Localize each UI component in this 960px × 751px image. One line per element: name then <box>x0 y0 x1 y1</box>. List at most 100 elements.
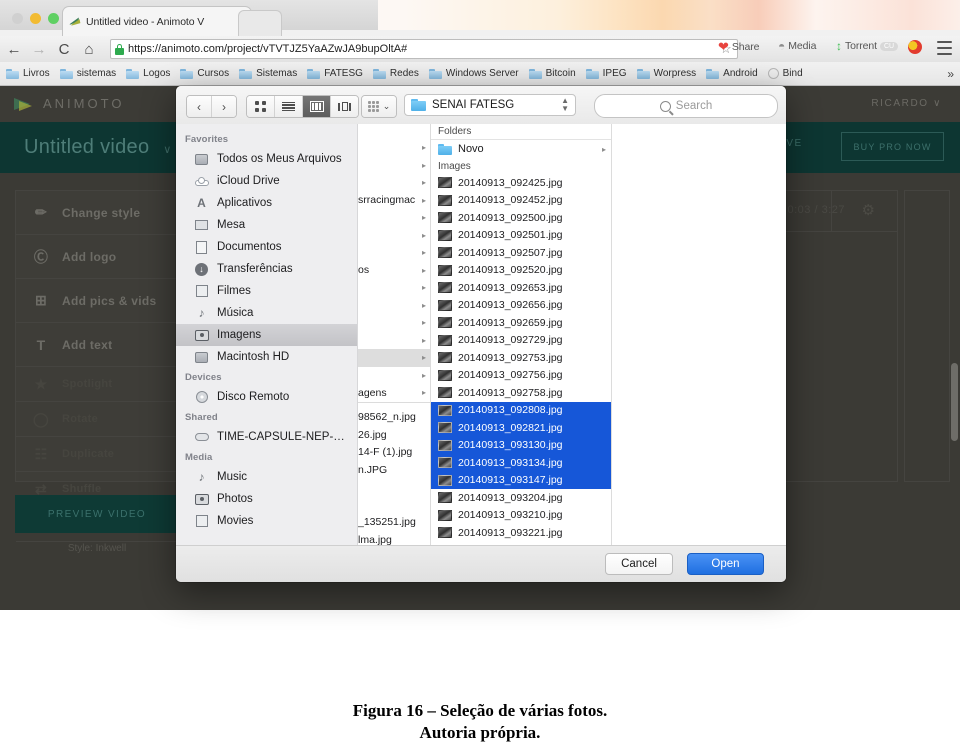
tool-add-text[interactable]: T Add text <box>16 323 180 367</box>
sidebar-item-pictures[interactable]: Imagens <box>176 324 357 346</box>
column1-file-row[interactable]: 14-F (1).jpg <box>358 444 430 462</box>
column1-file-row[interactable] <box>358 479 430 497</box>
sidebar-item-music[interactable]: ♪ Música <box>176 302 357 324</box>
file-row-selected[interactable]: 20140913_093147.jpg <box>431 471 611 489</box>
forward-button[interactable]: → <box>28 38 50 60</box>
file-row-selected[interactable]: 20140913_093130.jpg <box>431 436 611 454</box>
sidebar-item-media-photos[interactable]: Photos <box>176 488 357 510</box>
bookmark-item[interactable]: Android <box>706 68 758 79</box>
file-row[interactable]: 20140913_092653.jpg <box>431 279 611 297</box>
bookmarks-overflow-button[interactable]: » <box>947 67 954 81</box>
window-controls[interactable] <box>12 13 59 24</box>
gear-icon[interactable]: ⚙ <box>862 201 875 219</box>
file-row[interactable]: 20140913_092758.jpg <box>431 384 611 402</box>
column1-file-row[interactable]: n.JPG <box>358 461 430 479</box>
bookmark-item[interactable]: Sistemas <box>239 68 297 79</box>
arrange-button[interactable]: ⌄ <box>362 96 396 117</box>
column1-row[interactable]: os ▸ <box>358 262 430 280</box>
bookmark-item[interactable]: Cursos <box>180 68 229 79</box>
search-input[interactable]: Search <box>594 94 778 118</box>
animoto-logo[interactable]: ANIMOTO <box>14 95 124 111</box>
bookmark-item[interactable]: IPEG <box>585 68 627 79</box>
file-row[interactable]: 20140913_092501.jpg <box>431 227 611 245</box>
file-row-selected[interactable]: 20140913_092808.jpg <box>431 401 611 419</box>
tool-add-logo[interactable]: Ⓒ Add logo <box>16 235 180 279</box>
file-row[interactable]: 20140913_092500.jpg <box>431 209 611 227</box>
extension-media[interactable]: ◓ Media <box>778 40 816 52</box>
sidebar-item-remote-disc[interactable]: Disco Remoto <box>176 386 357 408</box>
file-row[interactable]: 20140913_092753.jpg <box>431 349 611 367</box>
column1-file-row[interactable] <box>358 496 430 514</box>
preview-video-button[interactable]: PREVIEW VIDEO <box>15 495 179 533</box>
bookmark-item[interactable]: Redes <box>372 68 419 79</box>
sidebar-item-applications[interactable]: A Aplicativos <box>176 192 357 214</box>
bookmark-item[interactable]: Worpress <box>636 68 696 79</box>
view-mode-segment[interactable] <box>246 95 359 118</box>
sidebar-item-documents[interactable]: Documentos <box>176 236 357 258</box>
bookmark-item[interactable]: FATESG <box>307 68 363 79</box>
reload-button[interactable]: C <box>53 38 75 60</box>
project-title[interactable]: Untitled video ∨ <box>24 136 172 159</box>
sidebar-item-downloads[interactable]: ↓ Transferências <box>176 258 357 280</box>
page-scrollbar[interactable] <box>951 363 958 441</box>
column1-row[interactable]: ▸ <box>358 297 430 315</box>
extension-opera[interactable] <box>908 40 922 54</box>
sidebar-item-icloud-drive[interactable]: iCloud Drive <box>176 170 357 192</box>
column1-file-row[interactable]: _135251.jpg <box>358 514 430 532</box>
bookmark-item[interactable]: Bitcoin <box>528 68 576 79</box>
maximize-window-button[interactable] <box>48 13 59 24</box>
file-row[interactable]: 20140913_092729.jpg <box>431 332 611 350</box>
column1-row[interactable]: ▸ <box>358 244 430 262</box>
column1-row[interactable]: ▸ <box>358 227 430 245</box>
column1-row-selected[interactable]: ▸ <box>358 349 430 367</box>
file-row-selected[interactable]: 20140913_092821.jpg <box>431 419 611 437</box>
column1-row[interactable]: ▸ <box>358 332 430 350</box>
dialog-forward-button[interactable]: › <box>212 96 236 117</box>
coverflow-view-button[interactable] <box>331 96 358 117</box>
sidebar-item-macintosh-hd[interactable]: Macintosh HD <box>176 346 357 368</box>
bookmark-item[interactable]: Windows Server <box>428 68 519 79</box>
sidebar-item-media-movies[interactable]: Movies <box>176 510 357 532</box>
file-row[interactable]: 20140913_093210.jpg <box>431 507 611 525</box>
column1-row[interactable]: ▸ <box>358 279 430 297</box>
column1-row[interactable]: agens ▸ <box>358 384 430 402</box>
column2-folder-row[interactable]: Novo ▸ <box>431 140 611 158</box>
back-button[interactable]: ← <box>3 38 25 60</box>
cancel-button[interactable]: Cancel <box>605 553 673 575</box>
column-view-button[interactable] <box>303 96 331 117</box>
sidebar-item-all-files[interactable]: Todos os Meus Arquivos <box>176 148 357 170</box>
column1-row[interactable]: ▸ <box>358 314 430 332</box>
bookmark-item[interactable]: Livros <box>6 68 50 79</box>
tool-change-style[interactable]: ✏ Change style <box>16 191 180 235</box>
sidebar-item-media-music[interactable]: ♪ Music <box>176 466 357 488</box>
browser-tab[interactable]: Untitled video - Animoto V × <box>62 6 252 36</box>
column1-row[interactable]: ▸ <box>358 367 430 385</box>
icon-view-button[interactable] <box>247 96 275 117</box>
column1-row[interactable]: ▸ <box>358 209 430 227</box>
bookmark-item[interactable]: sistemas <box>59 68 116 79</box>
file-row[interactable]: 20140913_092507.jpg <box>431 244 611 262</box>
close-window-button[interactable] <box>12 13 23 24</box>
hamburger-menu-icon[interactable] <box>937 41 952 55</box>
navigation-segment[interactable]: ‹ › <box>186 95 237 118</box>
column1-row[interactable]: ▸ <box>358 174 430 192</box>
bookmark-item[interactable]: Logos <box>126 68 170 79</box>
address-bar[interactable]: https://animoto.com/project/vTVTJZ5YaAZw… <box>110 39 738 59</box>
dialog-back-button[interactable]: ‹ <box>187 96 212 117</box>
minimize-window-button[interactable] <box>30 13 41 24</box>
column1-file-row[interactable]: 26.jpg <box>358 426 430 444</box>
column1-row[interactable]: ▸ <box>358 157 430 175</box>
home-button[interactable]: ⌂ <box>78 38 100 60</box>
column1-file-row[interactable]: 98562_n.jpg <box>358 409 430 427</box>
extension-torrent[interactable]: ↕ Torrent CU <box>836 40 899 52</box>
column1-file-row[interactable]: lma.jpg <box>358 531 430 545</box>
file-row-selected[interactable]: 20140913_093134.jpg <box>431 454 611 472</box>
path-dropdown[interactable]: SENAI FATESG ▲ ▼ <box>404 94 576 116</box>
extension-share[interactable]: ❤ Share <box>718 40 760 53</box>
list-view-button[interactable] <box>275 96 303 117</box>
user-menu[interactable]: RICARDO ∨ <box>871 98 942 109</box>
open-button[interactable]: Open <box>687 553 764 575</box>
file-row[interactable]: 20140913_093221.jpg <box>431 524 611 542</box>
sidebar-item-time-capsule[interactable]: TIME-CAPSULE-NEP-… <box>176 426 357 448</box>
file-row[interactable]: 20140913_093204.jpg <box>431 489 611 507</box>
